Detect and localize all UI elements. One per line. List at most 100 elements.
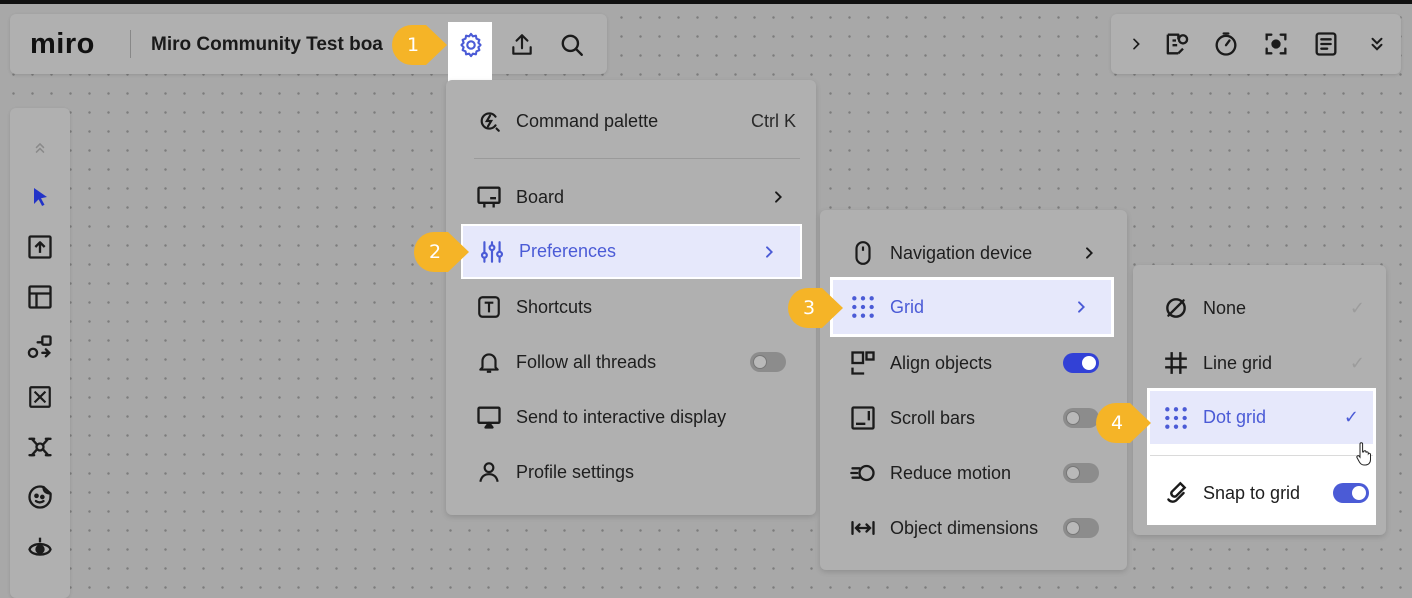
step-badge-3: 3: [787, 287, 843, 329]
menu-item-line-grid[interactable]: Line grid ✓: [1161, 337, 1365, 389]
menu-item-navigation-device[interactable]: Navigation device: [848, 227, 1097, 279]
chevron-right-icon: [761, 244, 777, 260]
expand-chevron-icon[interactable]: [1118, 26, 1154, 62]
menu-item-scroll-bars[interactable]: Scroll bars: [848, 392, 1099, 444]
menu-item-preferences[interactable]: Preferences: [463, 226, 800, 277]
mouse-icon: [848, 238, 878, 268]
collapse-down-icon[interactable]: [1359, 26, 1395, 62]
search-icon[interactable]: [553, 26, 591, 64]
menu-item-snap-to-grid[interactable]: Snap to grid: [1161, 467, 1369, 519]
notes-icon[interactable]: [1308, 26, 1344, 62]
menu-item-follow-threads[interactable]: Follow all threads: [474, 336, 786, 388]
menu-item-profile[interactable]: Profile settings: [474, 446, 786, 498]
board-icon: [474, 182, 504, 212]
menu-item-label: Snap to grid: [1203, 482, 1301, 503]
menu-divider: [1150, 455, 1373, 456]
grid-submenu: None ✓ Line grid ✓ Dot grid ✓ Snap to gr…: [1133, 265, 1386, 535]
menu-item-label: Align objects: [890, 352, 993, 373]
menu-item-send-display[interactable]: Send to interactive display: [474, 391, 786, 443]
user-icon: [474, 457, 504, 487]
board-activity-icon[interactable]: [1158, 26, 1194, 62]
export-upload-icon[interactable]: [503, 26, 541, 64]
menu-item-label: Send to interactive display: [516, 406, 727, 427]
chevron-right-icon: [1073, 299, 1089, 315]
reduce-motion-toggle[interactable]: [1063, 463, 1099, 483]
settings-menu: Command palette Ctrl K Board Preferences…: [446, 80, 816, 515]
step-number: 1: [406, 34, 420, 56]
menu-item-label: Follow all threads: [516, 351, 657, 372]
sliders-icon: [477, 237, 507, 267]
menu-item-label: Object dimensions: [890, 517, 1039, 538]
board-tools-bar: [1111, 14, 1401, 74]
menu-item-align-objects[interactable]: Align objects: [848, 337, 1099, 389]
preferences-submenu: Navigation device Grid Align objects Scr…: [820, 210, 1127, 570]
miro-logo[interactable]: miro: [30, 28, 95, 61]
collapse-up-icon[interactable]: [22, 130, 58, 166]
menu-item-label: Dot grid: [1203, 407, 1267, 427]
sticker-icon[interactable]: [22, 479, 58, 515]
menu-item-object-dimensions[interactable]: Object dimensions: [848, 502, 1099, 554]
step-badge-2: 2: [413, 231, 469, 273]
keyboard-key-icon: [474, 292, 504, 322]
dot-grid-icon: [848, 292, 878, 322]
more-apps-icon[interactable]: [22, 529, 58, 565]
align-objects-toggle[interactable]: [1063, 353, 1099, 373]
chevron-right-icon: [770, 189, 786, 205]
step-number: 3: [802, 297, 816, 319]
menu-item-label: Board: [516, 186, 565, 207]
step-badge-1: 1: [391, 24, 447, 66]
bell-icon: [474, 347, 504, 377]
diagram-shapes-icon[interactable]: [22, 329, 58, 365]
menu-divider: [474, 158, 800, 159]
dot-grid-icon: [1161, 403, 1191, 433]
check-icon: ✓: [1343, 407, 1359, 427]
menu-item-label: Profile settings: [516, 461, 635, 482]
timer-icon[interactable]: [1208, 26, 1244, 62]
scroll-bars-toggle[interactable]: [1063, 408, 1099, 428]
focus-mode-icon[interactable]: [1258, 26, 1294, 62]
snap-to-grid-toggle[interactable]: [1333, 483, 1369, 503]
mind-map-icon[interactable]: [22, 429, 58, 465]
templates-icon[interactable]: [22, 279, 58, 315]
reduce-motion-icon: [848, 458, 878, 488]
hand-cursor-icon: [1355, 442, 1371, 471]
upload-icon[interactable]: [22, 229, 58, 265]
board-title[interactable]: Miro Community Test boa: [151, 34, 396, 56]
line-grid-icon: [1161, 348, 1191, 378]
menu-item-label: Grid: [890, 296, 925, 317]
follow-threads-toggle[interactable]: [750, 352, 786, 372]
window-top-edge: [0, 0, 1412, 4]
snap-magnet-icon: [1161, 478, 1191, 508]
menu-item-command-palette[interactable]: Command palette Ctrl K: [474, 95, 796, 147]
dimensions-icon: [848, 513, 878, 543]
menu-item-label: None: [1203, 297, 1247, 318]
menu-item-dot-grid[interactable]: Dot grid ✓: [1150, 391, 1373, 444]
creation-toolbar: [10, 108, 70, 598]
check-icon: ✓: [1349, 297, 1365, 318]
menu-item-board[interactable]: Board: [474, 171, 786, 223]
frame-icon[interactable]: [22, 379, 58, 415]
menu-item-reduce-motion[interactable]: Reduce motion: [848, 447, 1099, 499]
command-palette-icon: [474, 106, 504, 136]
menu-item-label: Navigation device: [890, 242, 1033, 263]
menu-item-label: Reduce motion: [890, 462, 1012, 483]
select-cursor-icon[interactable]: [22, 179, 58, 215]
step-number: 4: [1110, 412, 1124, 434]
header-divider: [130, 30, 131, 58]
step-number: 2: [428, 241, 442, 263]
menu-item-label: Scroll bars: [890, 407, 976, 428]
check-icon: ✓: [1349, 352, 1365, 373]
menu-item-label: Shortcuts: [516, 296, 593, 317]
menu-item-label: Preferences: [519, 241, 617, 261]
step-badge-4: 4: [1095, 402, 1151, 444]
keyboard-shortcut: Ctrl K: [751, 110, 796, 131]
object-dimensions-toggle[interactable]: [1063, 518, 1099, 538]
menu-item-grid[interactable]: Grid: [833, 280, 1111, 334]
menu-item-label: Command palette: [516, 110, 659, 131]
align-objects-icon: [848, 348, 878, 378]
scroll-bars-icon: [848, 403, 878, 433]
menu-item-grid-none[interactable]: None ✓: [1161, 282, 1365, 334]
settings-gear-icon[interactable]: [452, 26, 490, 64]
no-grid-icon: [1161, 293, 1191, 323]
menu-item-shortcuts[interactable]: Shortcuts: [474, 281, 786, 333]
